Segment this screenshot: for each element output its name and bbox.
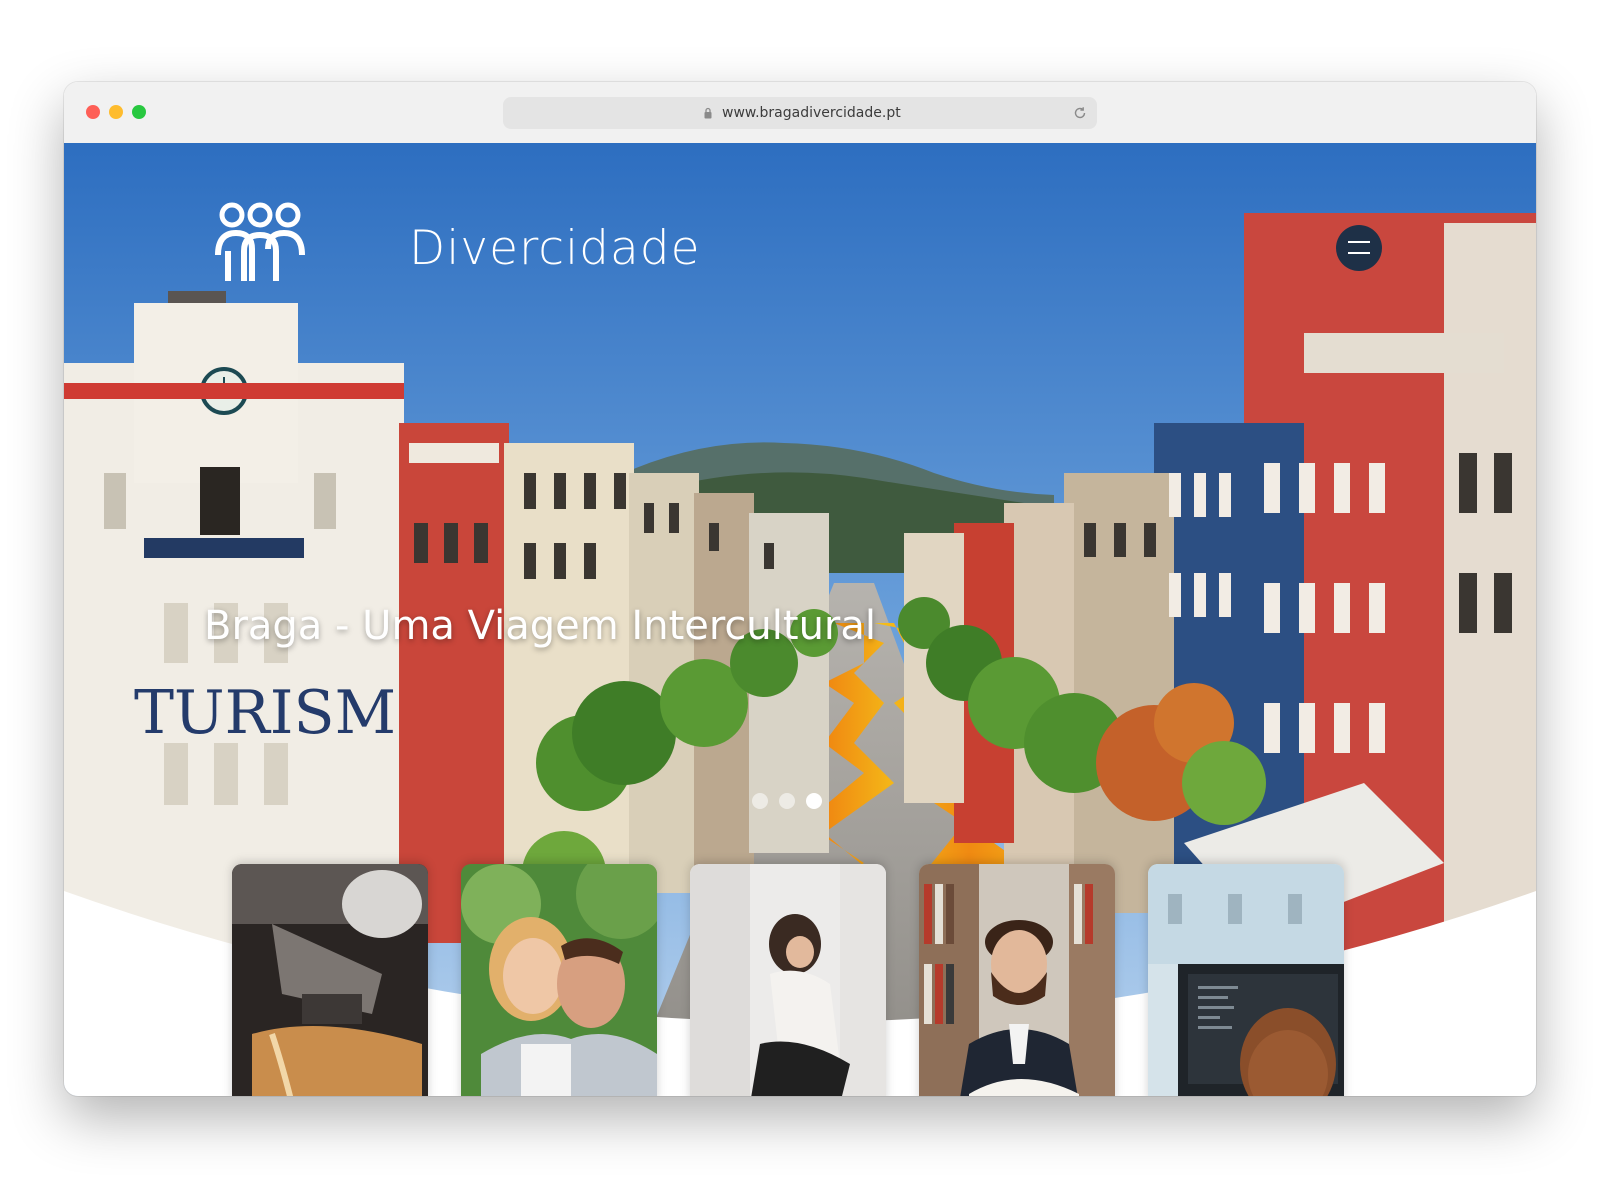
smiling-couple-image[interactable] (461, 864, 657, 1096)
minimize-window-button[interactable] (109, 105, 123, 119)
browser-titlebar: www.bragadivercidade.pt (64, 82, 1536, 144)
browser-window: www.bragadivercidade.pt TURISMO Divercid… (64, 82, 1536, 1096)
address-bar[interactable]: www.bragadivercidade.pt (503, 97, 1097, 129)
close-window-button[interactable] (86, 105, 100, 119)
bearded-man-reading-image[interactable] (919, 864, 1115, 1096)
maximize-window-button[interactable] (132, 105, 146, 119)
person-at-computer-image[interactable] (1148, 864, 1344, 1096)
url-text: www.bragadivercidade.pt (722, 105, 901, 121)
lock-icon (704, 107, 712, 119)
reload-icon[interactable] (1072, 105, 1088, 121)
espresso-machine-image[interactable] (232, 864, 428, 1096)
woman-sitting-image[interactable] (690, 864, 886, 1096)
hero-section: TURISMO Divercidade Braga - Uma Viagem I… (64, 143, 1536, 1096)
